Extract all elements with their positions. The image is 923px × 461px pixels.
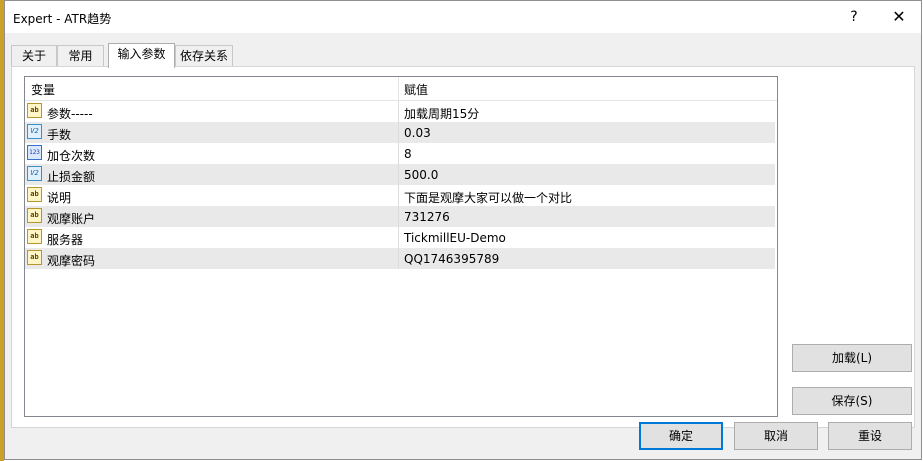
cell-divider [398, 206, 399, 227]
column-header-variable[interactable]: 变量 [31, 81, 55, 98]
parameters-grid: 变量 赋值 ab 参数----- 加载周期15分 V2 手数 0.03 123 … [24, 76, 778, 417]
grid-header: 变量 赋值 [25, 77, 777, 101]
variable-value[interactable]: QQ1746395789 [404, 252, 499, 266]
tab-panel-inputs: 变量 赋值 ab 参数----- 加载周期15分 V2 手数 0.03 123 … [11, 66, 915, 428]
string-type-icon: ab [27, 103, 42, 118]
load-button[interactable]: 加载(L) [792, 344, 912, 372]
variable-value[interactable]: 500.0 [404, 168, 438, 182]
variable-name: 加仓次数 [47, 149, 96, 163]
tab-about[interactable]: 关于 [11, 45, 57, 66]
help-icon[interactable]: ? [839, 5, 869, 29]
table-row[interactable]: V2 手数 0.03 [25, 122, 775, 143]
cell-divider [398, 227, 399, 248]
string-type-icon: ab [27, 208, 42, 223]
save-button[interactable]: 保存(S) [792, 387, 912, 415]
tab-inputs[interactable]: 输入参数 [108, 43, 175, 68]
table-row[interactable]: ab 观摩密码 QQ1746395789 [25, 248, 775, 269]
string-type-icon: ab [27, 229, 42, 244]
cell-divider [398, 185, 399, 206]
variable-value[interactable]: 加载周期15分 [404, 105, 479, 122]
cancel-button[interactable]: 取消 [734, 422, 818, 450]
string-type-icon: ab [27, 187, 42, 202]
table-row[interactable]: 123 加仓次数 8 [25, 143, 775, 164]
variable-name: 手数 [47, 128, 72, 142]
cell-divider [398, 164, 399, 185]
string-type-icon: ab [27, 250, 42, 265]
variable-name: 说明 [47, 191, 72, 205]
table-row[interactable]: ab 说明 下面是观摩大家可以做一个对比 [25, 185, 775, 206]
title-bar: Expert - ATR趋势 ? ✕ [5, 1, 921, 33]
ok-button[interactable]: 确定 [639, 422, 723, 450]
table-row[interactable]: V2 止损金额 500.0 [25, 164, 775, 185]
cell-divider [398, 143, 399, 164]
cell-divider [398, 248, 399, 269]
variable-name: 观摩账户 [47, 212, 96, 226]
cell-divider [398, 122, 399, 143]
variable-value[interactable]: 731276 [404, 210, 450, 224]
integer-type-icon: 123 [27, 145, 42, 160]
reset-button[interactable]: 重设 [828, 422, 912, 450]
column-divider[interactable] [398, 77, 399, 100]
variable-value[interactable]: 下面是观摩大家可以做一个对比 [404, 189, 572, 206]
close-icon[interactable]: ✕ [884, 5, 914, 29]
window-title: Expert - ATR趋势 [13, 12, 112, 26]
table-row[interactable]: ab 服务器 TickmillEU-Demo [25, 227, 775, 248]
variable-name: 观摩密码 [47, 254, 96, 268]
table-row[interactable]: ab 观摩账户 731276 [25, 206, 775, 227]
tab-common[interactable]: 常用 [57, 45, 104, 66]
variable-name: 参数----- [47, 107, 93, 121]
tab-dependencies[interactable]: 依存关系 [175, 45, 233, 66]
column-header-value[interactable]: 赋值 [404, 81, 428, 98]
table-row[interactable]: ab 参数----- 加载周期15分 [25, 101, 775, 122]
cell-divider [398, 101, 399, 122]
double-type-icon: V2 [27, 124, 42, 139]
variable-name: 服务器 [47, 233, 84, 247]
variable-name: 止损金额 [47, 170, 96, 184]
variable-value[interactable]: 0.03 [404, 126, 431, 140]
double-type-icon: V2 [27, 166, 42, 181]
expert-properties-dialog: Expert - ATR趋势 ? ✕ 关于 常用 输入参数 依存关系 变量 赋值… [4, 0, 922, 460]
variable-value[interactable]: 8 [404, 147, 412, 161]
variable-value[interactable]: TickmillEU-Demo [404, 231, 506, 245]
